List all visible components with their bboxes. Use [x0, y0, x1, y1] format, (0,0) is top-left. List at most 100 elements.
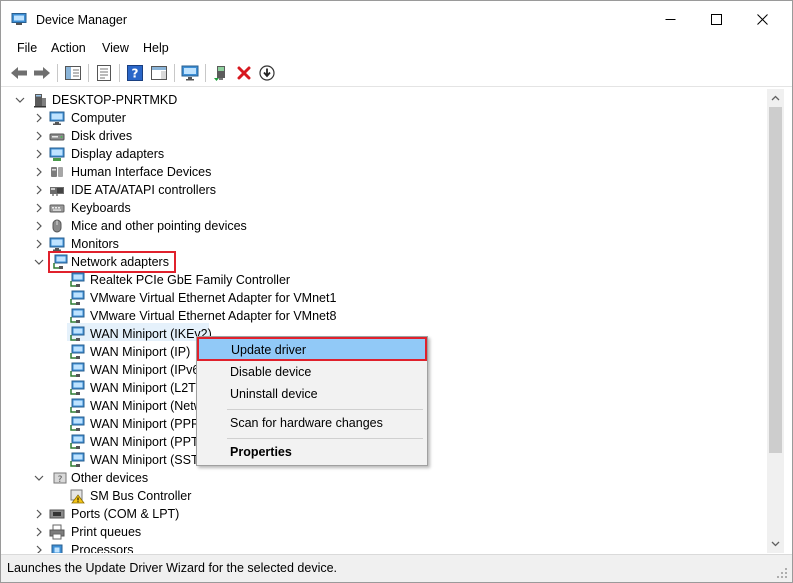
- close-icon: [756, 13, 768, 25]
- collapse-chevron-icon[interactable]: [15, 95, 25, 105]
- tree-item-processors[interactable]: Processors: [1, 541, 761, 553]
- display-adapter-icon: [49, 147, 65, 161]
- tree-item-label: WAN Miniport (PPT: [90, 435, 199, 449]
- network-adapter-icon: [70, 344, 85, 359]
- expand-chevron-icon[interactable]: [34, 113, 44, 123]
- tree-item-label: Disk drives: [71, 129, 133, 143]
- tree-item-label: WAN Miniport (L2TP: [90, 381, 205, 395]
- action-pane-button[interactable]: [149, 63, 169, 83]
- tree-item-ide-controllers[interactable]: IDE ATA/ATAPI controllers: [1, 181, 761, 199]
- expand-chevron-icon[interactable]: [34, 527, 44, 537]
- network-adapter-icon: [70, 326, 85, 341]
- forward-button[interactable]: [32, 63, 52, 83]
- tree-root[interactable]: DESKTOP-PNRTMKD: [1, 91, 761, 109]
- maximize-button[interactable]: [693, 1, 739, 37]
- resize-grip-icon[interactable]: [776, 567, 788, 579]
- collapse-chevron-icon[interactable]: [34, 473, 44, 483]
- properties-menu-item[interactable]: Properties: [200, 441, 424, 463]
- show-hide-console-tree-button[interactable]: [63, 63, 83, 83]
- tree-item-ports[interactable]: Ports (COM & LPT): [1, 505, 761, 523]
- tree-item-label: VMware Virtual Ethernet Adapter for VMne…: [90, 291, 337, 305]
- tree-item-label: VMware Virtual Ethernet Adapter for VMne…: [90, 309, 337, 323]
- expand-chevron-icon[interactable]: [34, 239, 44, 249]
- tree-item-keyboards[interactable]: Keyboards: [1, 199, 761, 217]
- help-icon: ?: [127, 65, 143, 81]
- uninstall-icon: [237, 66, 251, 80]
- properties-button[interactable]: [94, 63, 114, 83]
- hid-icon: [51, 167, 63, 177]
- tree-item-computer[interactable]: Computer: [1, 109, 761, 127]
- network-adapter-icon: [70, 380, 85, 395]
- toolbar-separator: [119, 64, 120, 82]
- tree-item-label: IDE ATA/ATAPI controllers: [71, 183, 216, 197]
- expand-chevron-icon[interactable]: [34, 149, 44, 159]
- tree-item-label: WAN Miniport (IP): [90, 345, 191, 359]
- menu-help[interactable]: Help: [143, 41, 169, 55]
- tree-item-label: Network adapters: [71, 255, 169, 269]
- uninstall-button[interactable]: [234, 63, 254, 83]
- expand-chevron-icon[interactable]: [34, 509, 44, 519]
- title-bar[interactable]: Device Manager: [1, 1, 792, 37]
- scan-hardware-menu-item[interactable]: Scan for hardware changes: [200, 412, 424, 434]
- menu-file[interactable]: File: [17, 41, 37, 55]
- network-adapter-item[interactable]: Realtek PCIe GbE Family Controller: [1, 271, 761, 289]
- update-driver-button[interactable]: [211, 63, 231, 83]
- tree-item-label: Human Interface Devices: [71, 165, 212, 179]
- other-devices-icon: ?: [53, 472, 67, 485]
- tree-item-label: WAN Miniport (PPP: [90, 417, 200, 431]
- other-device-item[interactable]: SM Bus Controller: [1, 487, 761, 505]
- expand-chevron-icon[interactable]: [34, 167, 44, 177]
- menu-view[interactable]: View: [102, 41, 129, 55]
- tree-item-mice[interactable]: Mice and other pointing devices: [1, 217, 761, 235]
- network-adapter-icon: [70, 452, 85, 467]
- tree-item-network-adapters[interactable]: Network adapters: [1, 253, 761, 271]
- expand-chevron-icon[interactable]: [34, 131, 44, 141]
- download-button[interactable]: [257, 63, 277, 83]
- tree-item-other-devices[interactable]: ? Other devices: [1, 469, 761, 487]
- network-adapter-icon: [70, 416, 85, 431]
- minimize-button[interactable]: [647, 1, 693, 37]
- network-adapter-item[interactable]: VMware Virtual Ethernet Adapter for VMne…: [1, 307, 761, 325]
- scroll-thumb[interactable]: [769, 107, 782, 453]
- help-button[interactable]: ?: [125, 63, 145, 83]
- menu-separator: [227, 438, 423, 439]
- monitor-button[interactable]: [180, 63, 200, 83]
- minimize-icon: [665, 18, 675, 20]
- back-button[interactable]: [9, 63, 29, 83]
- svg-text:?: ?: [58, 475, 63, 485]
- vertical-scrollbar[interactable]: [767, 89, 784, 553]
- toolbar-separator: [57, 64, 58, 82]
- context-menu: Update driver Disable device Uninstall d…: [196, 336, 428, 466]
- update-driver-icon: [214, 66, 225, 81]
- expand-chevron-icon[interactable]: [34, 221, 44, 231]
- menu-action[interactable]: Action: [51, 41, 86, 55]
- show-hide-console-tree-icon: [65, 66, 81, 80]
- device-manager-icon: [11, 13, 27, 25]
- update-driver-menu-item[interactable]: Update driver: [197, 337, 427, 361]
- tree-item-label: Mice and other pointing devices: [71, 219, 247, 233]
- tree-item-disk-drives[interactable]: Disk drives: [1, 127, 761, 145]
- warning-device-icon: [70, 489, 85, 504]
- tree-item-display-adapters[interactable]: Display adapters: [1, 145, 761, 163]
- scroll-up-icon[interactable]: [771, 94, 780, 103]
- scroll-down-icon[interactable]: [771, 539, 780, 548]
- network-adapter-icon: [70, 362, 85, 377]
- processor-icon: [51, 544, 63, 553]
- expand-chevron-icon[interactable]: [34, 545, 44, 553]
- menu-bar: File Action View Help: [1, 37, 792, 59]
- maximize-icon: [710, 13, 722, 25]
- tree-item-print-queues[interactable]: Print queues: [1, 523, 761, 541]
- expand-chevron-icon[interactable]: [34, 203, 44, 213]
- tree-item-human-interface-devices[interactable]: Human Interface Devices: [1, 163, 761, 181]
- close-button[interactable]: [739, 1, 785, 37]
- uninstall-device-menu-item[interactable]: Uninstall device: [200, 383, 424, 405]
- tree-item-label: Display adapters: [71, 147, 165, 161]
- toolbar: ?: [1, 59, 792, 87]
- network-adapter-item[interactable]: VMware Virtual Ethernet Adapter for VMne…: [1, 289, 761, 307]
- tree-item-label: Print queues: [71, 525, 142, 539]
- disable-device-menu-item[interactable]: Disable device: [200, 361, 424, 383]
- collapse-chevron-icon[interactable]: [34, 257, 44, 267]
- expand-chevron-icon[interactable]: [34, 185, 44, 195]
- action-pane-icon: [151, 66, 167, 80]
- status-bar: Launches the Update Driver Wizard for th…: [1, 554, 792, 582]
